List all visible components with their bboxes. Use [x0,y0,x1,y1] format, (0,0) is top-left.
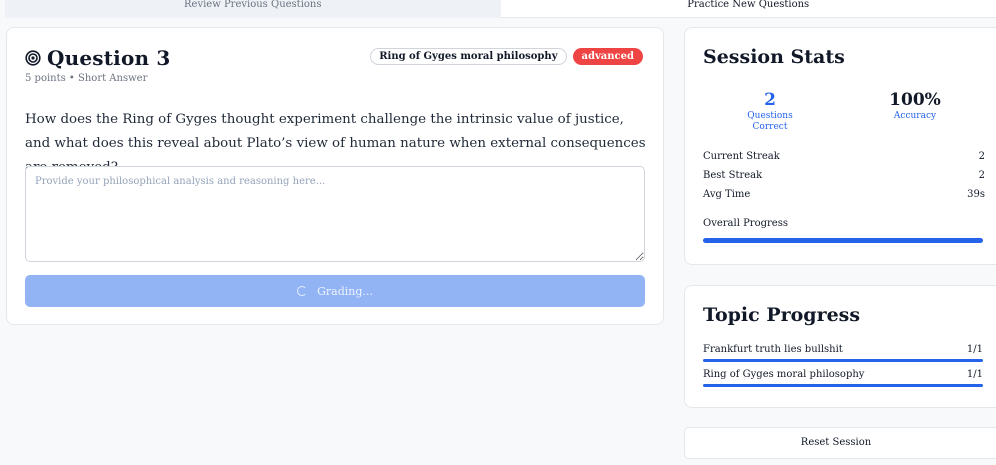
topic-progress-bar [703,359,983,362]
accuracy-label: Accuracy [893,111,937,121]
question-meta: 5 points • Short Answer [25,73,148,84]
accuracy-stat: 100% Accuracy [870,90,960,122]
accuracy-value: 100% [889,90,941,110]
stat-row-current-streak: Current Streak 2 [703,150,985,169]
topic-badge: Ring of Gyges moral philosophy [370,48,567,65]
stat-row-best-streak: Best Streak 2 [703,169,985,188]
session-stats-card: Session Stats 2 Questions Correct 100% A… [684,27,996,265]
topic-count: 1/1 [966,369,983,380]
topic-progress-title: Topic Progress [703,304,861,326]
overall-progress-fill [703,238,983,243]
tab-practice-new[interactable]: Practice New Questions [500,0,996,18]
topic-name: Ring of Gyges moral philosophy [703,369,865,380]
loading-spinner-icon [297,286,308,296]
difficulty-badge: advanced [572,48,643,65]
grading-button-label: Grading... [317,284,373,298]
reset-session-button[interactable]: Reset Session [684,427,996,459]
topic-progress-fill [703,359,983,362]
topic-name: Frankfurt truth lies bullshit [703,344,843,355]
topic-progress-fill [703,384,983,387]
overall-progress-label: Overall Progress [703,218,788,229]
stat-row-value: 39s [967,189,985,200]
tab-review-previous[interactable]: Review Previous Questions [5,0,501,18]
questions-correct-stat: 2 Questions Correct [737,90,803,133]
question-card: Question 3 5 points • Short Answer Ring … [6,27,664,325]
topic-count: 1/1 [966,344,983,355]
stat-row-value: 2 [978,170,985,181]
topic-row: Frankfurt truth lies bullshit 1/1 [703,344,983,355]
stat-row-label: Best Streak [703,170,763,181]
question-title: Question 3 [47,46,171,70]
stat-row-label: Avg Time [703,189,751,200]
topic-progress-card: Topic Progress Frankfurt truth lies bull… [684,285,996,408]
overall-progress-bar [703,238,983,243]
question-header: Question 3 [25,46,171,70]
answer-textarea[interactable] [25,166,645,262]
stat-row-value: 2 [978,151,985,162]
topic-row: Ring of Gyges moral philosophy 1/1 [703,369,983,380]
stats-rows: Current Streak 2 Best Streak 2 Avg Time … [703,150,985,207]
topic-progress-bar [703,384,983,387]
target-icon [25,50,41,66]
questions-correct-label: Questions Correct [747,111,793,132]
stat-row-label: Current Streak [703,151,780,162]
stat-row-avg-time: Avg Time 39s [703,188,985,207]
mode-tabs: Review Previous Questions Practice New Q… [5,0,996,18]
grading-button[interactable]: Grading... [25,275,645,307]
session-stats-title: Session Stats [703,46,845,68]
question-badges: Ring of Gyges moral philosophy advanced [370,48,643,65]
questions-correct-value: 2 [764,90,776,110]
